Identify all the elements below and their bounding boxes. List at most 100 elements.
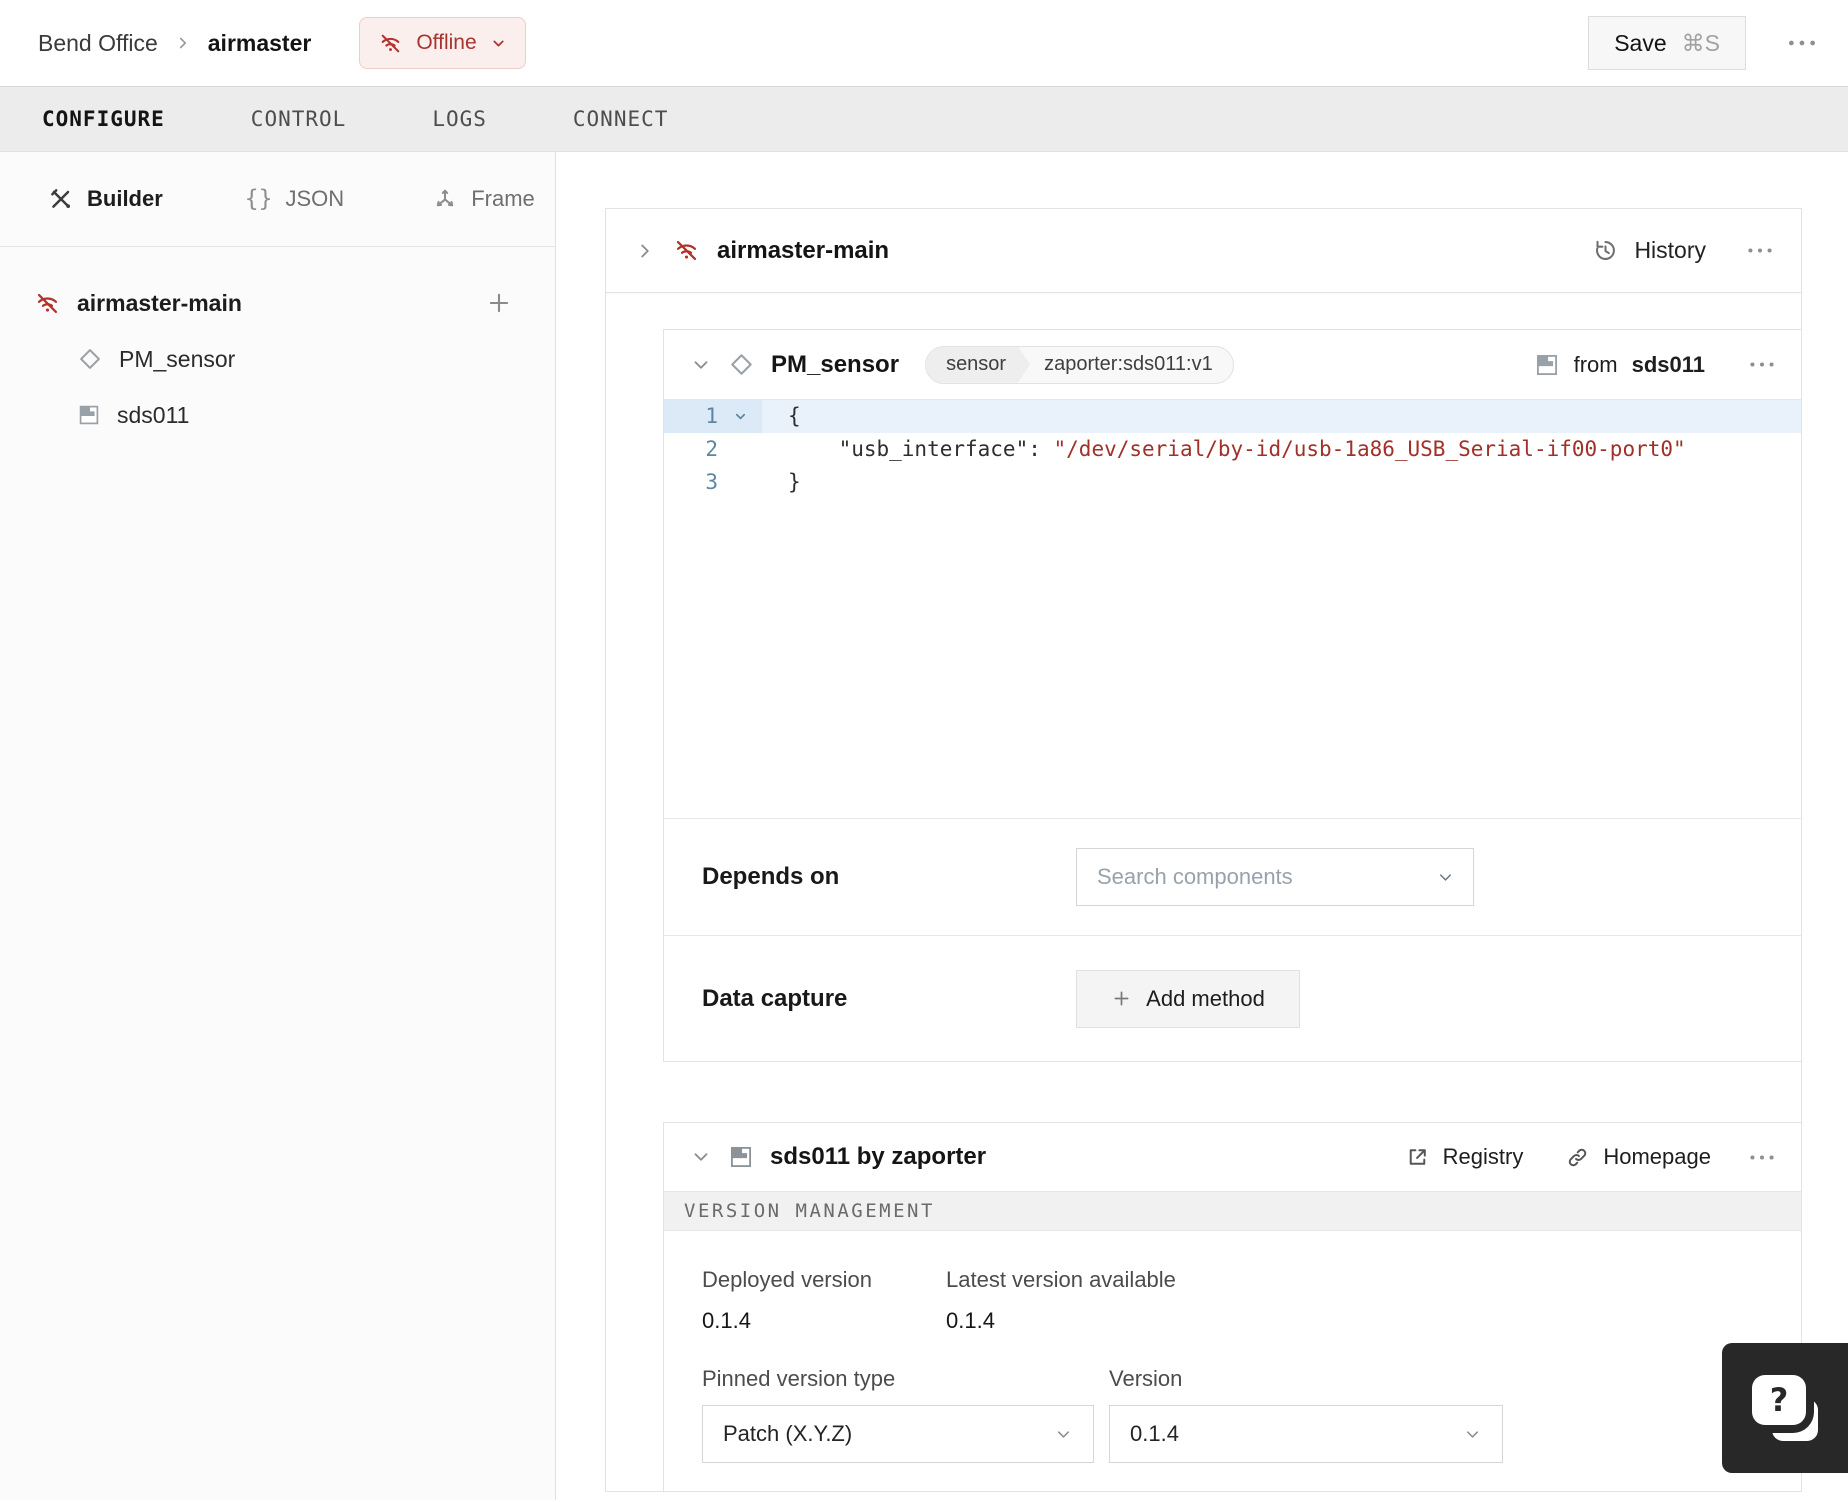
machine-part-title: airmaster-main <box>717 236 890 264</box>
chevron-down-icon[interactable] <box>690 354 712 376</box>
registry-label: Registry <box>1442 1144 1524 1169</box>
depends-on-placeholder: Search components <box>1097 864 1293 889</box>
homepage-label: Homepage <box>1603 1144 1711 1169</box>
code-token: } <box>788 470 801 494</box>
code-line[interactable]: 1 { <box>664 400 1801 433</box>
machine-status-badge[interactable]: Offline <box>359 17 526 69</box>
mode-builder[interactable]: Builder <box>48 186 163 212</box>
tab-logs[interactable]: LOGS <box>432 107 487 131</box>
wifi-off-icon <box>673 237 700 264</box>
module-title: sds011 by zaporter <box>770 1143 987 1170</box>
code-line[interactable]: 3 } <box>664 466 1801 499</box>
add-component-button[interactable] <box>485 289 513 317</box>
history-button[interactable]: History <box>1634 237 1706 264</box>
machine-part-actions: History <box>1592 237 1775 264</box>
fold-chevron-icon[interactable] <box>718 400 762 433</box>
frame-axes-icon <box>432 186 458 212</box>
help-button[interactable]: ? <box>1722 1343 1848 1473</box>
component-menu-icon[interactable] <box>1747 360 1777 369</box>
module-menu-icon[interactable] <box>1747 1153 1777 1162</box>
tree-item-machine-part[interactable]: airmaster-main <box>0 275 555 331</box>
help-question-icon: ? <box>1752 1375 1806 1425</box>
save-button-label: Save <box>1614 29 1667 56</box>
mode-json-label: JSON <box>285 186 345 211</box>
depends-on-label: Depends on <box>702 863 840 890</box>
top-bar-actions: Save ⌘S <box>1588 16 1818 70</box>
tree-item-label: PM_sensor <box>119 345 236 372</box>
app-window: Bend Office airmaster Offline Save ⌘S CO… <box>0 0 1848 1502</box>
content-area: Builder {} JSON Frame airmaster-main PM_… <box>0 152 1848 1500</box>
machine-part-body: PM_sensor sensor zaporter:sds011:v1 from <box>606 329 1801 1491</box>
version-select[interactable]: 0.1.4 <box>1109 1405 1503 1463</box>
line-number: 1 <box>705 404 718 428</box>
code-line[interactable]: 2 "usb_interface": "/dev/serial/by-id/us… <box>664 433 1801 466</box>
machine-part-group: airmaster-main History PM_sensor sensor … <box>605 208 1802 1492</box>
tab-configure[interactable]: CONFIGURE <box>42 107 165 131</box>
wifi-off-icon <box>34 290 61 317</box>
pinned-version-type-select[interactable]: Patch (X.Y.Z) <box>702 1405 1094 1463</box>
homepage-link[interactable]: Homepage <box>1565 1144 1711 1170</box>
attributes-json-editor[interactable]: 1 { 2 "usb_interface": "/dev/serial/by-i… <box>664 400 1801 818</box>
version-management-section-header: VERSION MANAGEMENT <box>664 1191 1801 1231</box>
version-label: Version <box>1109 1366 1183 1391</box>
deployed-version-label: Deployed version <box>702 1267 872 1292</box>
mode-builder-label: Builder <box>87 186 163 211</box>
link-icon <box>1565 1145 1590 1170</box>
mode-frame-label: Frame <box>471 186 535 211</box>
from-label: from <box>1573 351 1618 377</box>
chevron-down-icon <box>1054 1425 1073 1444</box>
breadcrumb-location[interactable]: Bend Office <box>38 30 158 57</box>
latest-version-value: 0.1.4 <box>946 1308 995 1333</box>
chevron-down-icon <box>1463 1425 1482 1444</box>
configure-sidebar: Builder {} JSON Frame airmaster-main PM_… <box>0 152 556 1500</box>
module-actions: Registry Homepage <box>1405 1144 1777 1170</box>
version-management-title: VERSION MANAGEMENT <box>684 1200 935 1222</box>
part-menu-icon[interactable] <box>1745 246 1775 255</box>
deployed-version-value: 0.1.4 <box>702 1308 751 1333</box>
mode-json[interactable]: {} JSON <box>245 186 344 212</box>
component-card-pm-sensor: PM_sensor sensor zaporter:sds011:v1 from <box>663 329 1801 1062</box>
registry-link[interactable]: Registry <box>1405 1144 1524 1170</box>
tab-control[interactable]: CONTROL <box>251 107 347 131</box>
code-token: { <box>788 404 801 428</box>
status-badge-label: Offline <box>416 31 477 54</box>
overflow-menu-icon[interactable] <box>1786 38 1818 48</box>
breadcrumb-machine[interactable]: airmaster <box>208 30 312 57</box>
module-card-header: sds011 by zaporter Registry Homepage <box>664 1123 1801 1191</box>
top-bar: Bend Office airmaster Offline Save ⌘S <box>0 0 1848 86</box>
chevron-right-icon <box>174 34 192 52</box>
add-method-button[interactable]: Add method <box>1076 969 1300 1028</box>
tree-item-pm-sensor[interactable]: PM_sensor <box>0 331 555 387</box>
from-module-link[interactable]: from sds011 <box>1534 352 1705 378</box>
chevron-down-icon[interactable] <box>690 1146 712 1168</box>
component-tree: airmaster-main PM_sensor sds011 <box>0 247 555 443</box>
latest-version-label: Latest version available <box>946 1267 1176 1292</box>
configure-main: airmaster-main History PM_sensor sensor … <box>556 152 1848 1500</box>
component-type: sensor <box>926 347 1030 383</box>
component-model: zaporter:sds011:v1 <box>1044 353 1213 375</box>
component-diamond-icon <box>728 351 755 378</box>
external-link-icon <box>1405 1145 1430 1170</box>
plus-icon <box>1111 988 1132 1009</box>
module-icon <box>77 403 101 427</box>
version-value: 0.1.4 <box>1130 1421 1179 1446</box>
tools-icon <box>48 186 74 212</box>
depends-on-select[interactable]: Search components <box>1076 848 1474 906</box>
tab-connect[interactable]: CONNECT <box>573 107 669 131</box>
mode-frame[interactable]: Frame <box>432 186 535 212</box>
save-button[interactable]: Save ⌘S <box>1588 16 1746 70</box>
module-icon <box>1534 352 1560 378</box>
braces-icon: {} <box>244 186 273 212</box>
from-module-name: sds011 <box>1631 351 1705 377</box>
module-icon <box>728 1144 754 1170</box>
component-title: PM_sensor <box>771 350 900 378</box>
chevron-down-icon <box>1436 868 1455 887</box>
component-type-model-badge: sensor zaporter:sds011:v1 <box>925 345 1234 384</box>
view-mode-switcher: Builder {} JSON Frame <box>0 152 555 247</box>
machine-tab-bar: CONFIGURE CONTROL LOGS CONNECT <box>0 86 1848 152</box>
line-number: 2 <box>705 437 718 461</box>
add-method-label: Add method <box>1146 985 1265 1011</box>
chevron-right-icon[interactable] <box>634 240 656 262</box>
wifi-off-icon <box>378 31 403 56</box>
tree-item-sds011[interactable]: sds011 <box>0 387 555 443</box>
